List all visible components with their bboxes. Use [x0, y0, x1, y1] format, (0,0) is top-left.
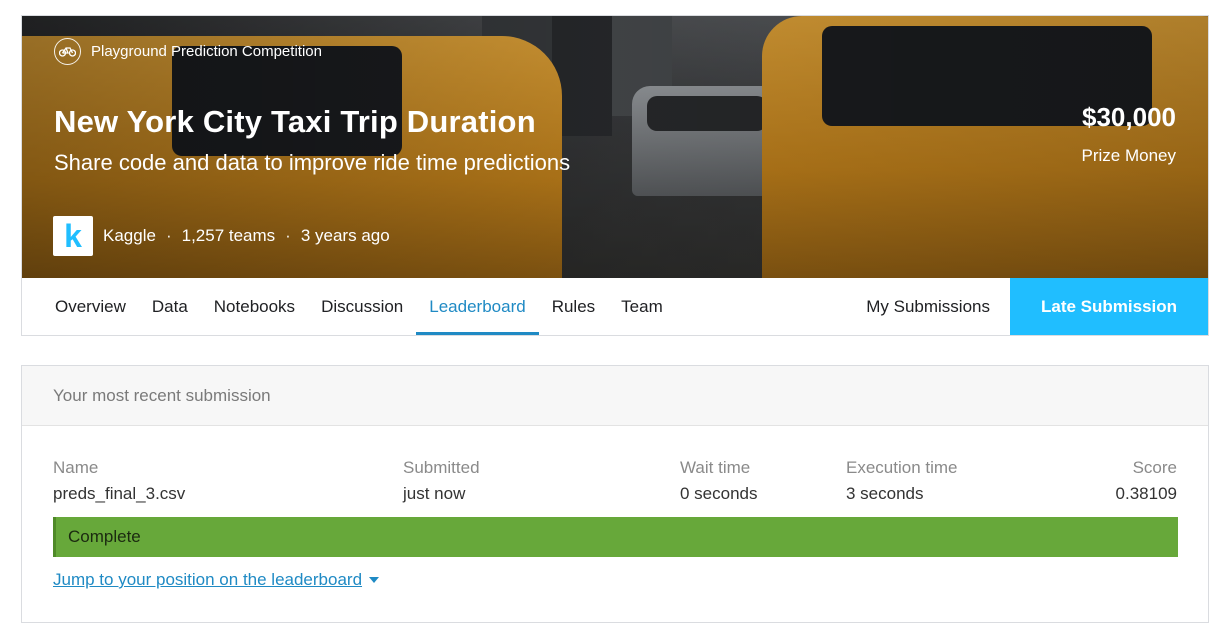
tab-overview[interactable]: Overview [22, 278, 139, 335]
competition-header: Playground Prediction Competition New Yo… [21, 15, 1209, 336]
prize-amount: $30,000 [1082, 102, 1176, 132]
host-info: k Kaggle · 1,257 teams · 3 years ago [53, 216, 390, 256]
execution-time-label: Execution time [846, 458, 958, 477]
jump-to-position-link[interactable]: Jump to your position on the leaderboard [53, 570, 380, 590]
team-count: 1,257 teams [181, 226, 276, 245]
competition-type-label: Playground Prediction Competition [91, 43, 322, 60]
score-column: Score 0.38109 [1116, 458, 1177, 504]
name-label: Name [53, 458, 99, 477]
host-name[interactable]: Kaggle [103, 226, 156, 246]
caret-down-icon[interactable] [369, 577, 380, 583]
recent-submission-card: Your most recent submission Name preds_f… [21, 365, 1209, 623]
tab-rules[interactable]: Rules [539, 278, 608, 335]
submitted-label: Submitted [403, 458, 480, 477]
tab-data[interactable]: Data [139, 278, 201, 335]
submitted-column: Submitted just now [403, 458, 480, 504]
wait-time-column: Wait time 0 seconds [680, 458, 758, 504]
banner-image: Playground Prediction Competition New Yo… [22, 16, 1208, 278]
tab-leaderboard[interactable]: Leaderboard [416, 278, 540, 335]
separator: · [165, 226, 172, 245]
tab-discussion[interactable]: Discussion [308, 278, 416, 335]
separator: · [285, 226, 291, 245]
competition-tabs: Overview Data Notebooks Discussion Leade… [22, 278, 1208, 335]
score-value: 0.38109 [1115, 484, 1177, 503]
competition-subtitle: Share code and data to improve ride time… [54, 150, 571, 175]
wait-time-label: Wait time [680, 458, 751, 477]
competition-title: New York City Taxi Trip Duration [54, 104, 536, 139]
execution-time-column: Execution time 3 seconds [846, 458, 958, 504]
my-submissions-link[interactable]: My Submissions [846, 278, 1010, 335]
recent-submission-heading: Your most recent submission [22, 366, 1208, 426]
bicycle-icon [54, 38, 81, 65]
name-value: preds_final_3.csv [53, 484, 186, 503]
kaggle-logo[interactable]: k [53, 216, 93, 256]
late-submission-button[interactable]: Late Submission [1010, 278, 1208, 335]
name-column: Name preds_final_3.csv [53, 458, 185, 504]
competition-age: 3 years ago [300, 226, 390, 245]
tab-notebooks[interactable]: Notebooks [201, 278, 308, 335]
execution-time-value: 3 seconds [846, 484, 924, 503]
jump-link-label[interactable]: Jump to your position on the leaderboard [53, 570, 362, 590]
competition-type: Playground Prediction Competition [54, 38, 322, 65]
wait-time-value: 0 seconds [680, 484, 758, 503]
submitted-value: just now [403, 484, 466, 503]
tab-team[interactable]: Team [608, 278, 676, 335]
status-badge: Complete [53, 517, 1178, 557]
prize-label: Prize Money [1081, 146, 1176, 165]
score-label: Score [1132, 458, 1177, 477]
